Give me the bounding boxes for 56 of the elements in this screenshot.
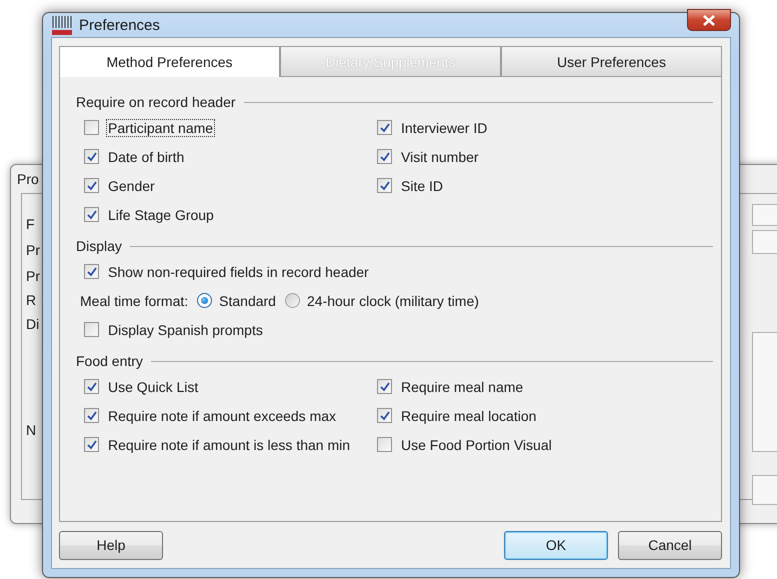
tab[interactable]: User Preferences — [501, 46, 722, 77]
checkbox-label: Require meal location — [400, 408, 538, 424]
checkbox-label: Use Quick List — [107, 378, 200, 394]
dialog-button[interactable]: OK — [504, 530, 608, 560]
checkbox-label: Visit number — [400, 148, 480, 164]
checkbox[interactable] — [84, 207, 99, 222]
field-label: F — [26, 216, 35, 232]
app-icon — [51, 13, 73, 37]
checkbox-label: Display Spanish prompts — [107, 322, 264, 338]
checkbox[interactable] — [84, 178, 99, 193]
checkbox[interactable] — [377, 149, 392, 164]
field-label: Di — [26, 316, 40, 332]
checkbox[interactable] — [84, 379, 99, 394]
checkbox-label: Use Food Portion Visual — [400, 436, 553, 452]
close-button[interactable] — [687, 9, 731, 31]
checkbox-label: Gender — [107, 178, 156, 194]
checkbox[interactable] — [84, 322, 99, 337]
checkbox-label: Participant name — [107, 120, 214, 136]
checkbox-label: Show non-required fields in record header — [107, 264, 370, 280]
dropdown-field[interactable] — [752, 204, 777, 226]
checkbox-label: Require note if amount is less than min — [107, 436, 352, 452]
field-label: N — [26, 422, 36, 438]
checkbox[interactable] — [84, 149, 99, 164]
dialog-button[interactable]: Help — [59, 530, 163, 560]
field-label: Pr — [26, 268, 40, 284]
checkbox[interactable] — [84, 408, 99, 423]
checkbox[interactable] — [377, 379, 392, 394]
checkbox-label: Life Stage Group — [107, 206, 215, 222]
field-label: R — [26, 292, 36, 308]
checkbox[interactable] — [377, 178, 392, 193]
checkbox-label: Interviewer ID — [400, 120, 488, 136]
checkbox[interactable] — [377, 408, 392, 423]
section-title: Require on record header — [76, 94, 236, 110]
radio-button[interactable] — [284, 293, 300, 308]
checkbox[interactable] — [377, 120, 392, 135]
dialog-button[interactable]: Cancel — [618, 530, 722, 560]
checkbox-label: Require meal name — [400, 378, 524, 394]
field-label: Pr — [26, 242, 40, 258]
tab-label: Pro — [17, 171, 39, 187]
checkbox[interactable] — [84, 437, 99, 452]
checkbox-label: Date of birth — [107, 148, 186, 164]
text-field[interactable] — [752, 230, 777, 254]
section-title: Food entry — [76, 353, 143, 369]
close-icon — [703, 14, 715, 26]
window-title: Preferences — [79, 16, 161, 34]
radio-button[interactable] — [197, 293, 212, 308]
radio-label: 24-hour clock (military time) — [306, 292, 480, 308]
checkbox[interactable] — [377, 437, 392, 452]
section-title: Display — [76, 238, 122, 254]
meal-time-label: Meal time format: — [79, 292, 190, 308]
tab[interactable]: Method Preferences — [59, 46, 280, 77]
radio-label: Standard — [218, 292, 277, 308]
checkbox[interactable] — [84, 264, 99, 279]
checkbox[interactable] — [84, 120, 99, 135]
checkbox-label: Require note if amount exceeds max — [107, 408, 338, 424]
checkbox-label: Site ID — [400, 178, 444, 194]
